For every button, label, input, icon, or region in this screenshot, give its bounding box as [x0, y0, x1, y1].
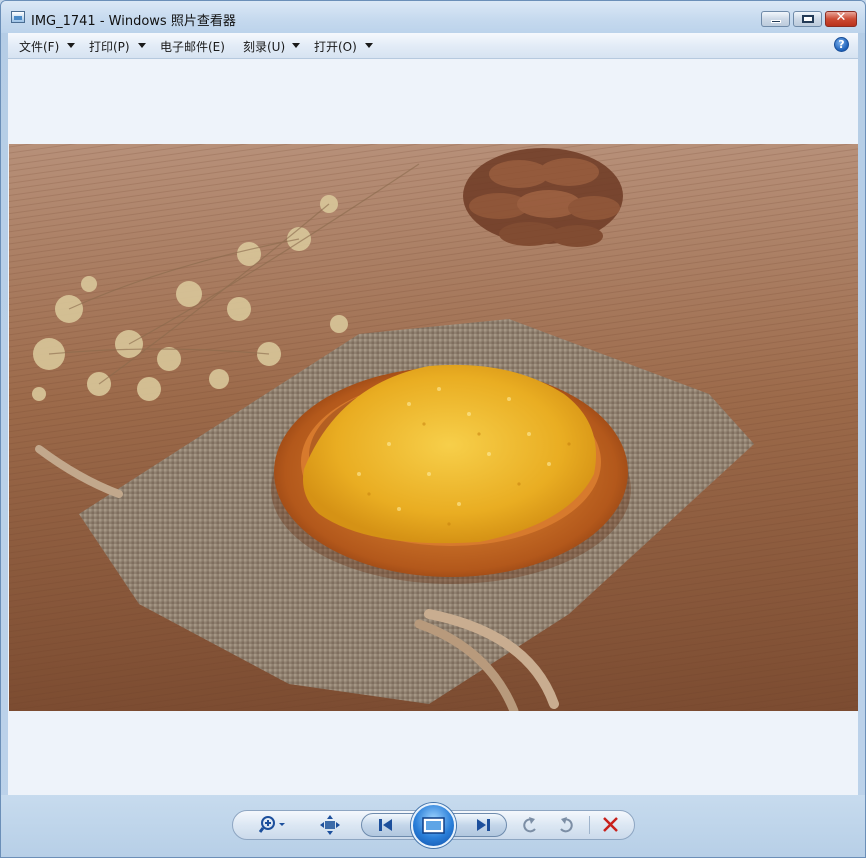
next-icon[interactable]	[472, 815, 494, 835]
photo-viewer-icon	[11, 11, 25, 23]
menu-burn[interactable]: 刻录(U)	[243, 38, 285, 55]
menu-print[interactable]: 打印(P)	[89, 38, 130, 55]
menu-open[interactable]: 打开(O)	[314, 38, 357, 55]
window-title: IMG_1741 - Windows 照片查看器	[31, 14, 236, 29]
title-bar[interactable]: IMG_1741 - Windows 照片查看器 ✕	[1, 1, 865, 33]
chevron-down-icon[interactable]	[292, 43, 300, 48]
minimize-button[interactable]	[761, 11, 790, 27]
rotate-clockwise-icon[interactable]	[554, 815, 576, 835]
photo-image	[9, 144, 858, 711]
help-icon[interactable]: ?	[834, 37, 849, 52]
photo-millet-bowl	[9, 144, 858, 711]
menu-file[interactable]: 文件(F)	[19, 38, 59, 55]
previous-icon[interactable]	[375, 815, 397, 835]
chevron-down-icon[interactable]	[365, 43, 373, 48]
image-viewport	[8, 59, 858, 795]
photo-viewer-window: IMG_1741 - Windows 照片查看器 ✕ 文件(F) 打印(P) 电…	[0, 0, 866, 858]
slideshow-icon	[422, 817, 445, 834]
close-button[interactable]: ✕	[825, 10, 857, 27]
toolbar-separator	[589, 816, 590, 834]
zoom-icon[interactable]	[258, 815, 285, 835]
chevron-down-icon[interactable]	[67, 43, 75, 48]
delete-icon[interactable]	[600, 815, 622, 835]
chevron-down-icon[interactable]	[138, 43, 146, 48]
fit-to-window-icon[interactable]	[319, 815, 341, 835]
slideshow-button[interactable]	[411, 803, 456, 848]
close-icon: ✕	[835, 10, 847, 25]
menu-bar: 文件(F) 打印(P) 电子邮件(E) 刻录(U) 打开(O) ?	[8, 33, 858, 59]
rotate-counterclockwise-icon[interactable]	[520, 815, 542, 835]
menu-email[interactable]: 电子邮件(E)	[160, 38, 225, 55]
maximize-button[interactable]	[793, 11, 822, 27]
